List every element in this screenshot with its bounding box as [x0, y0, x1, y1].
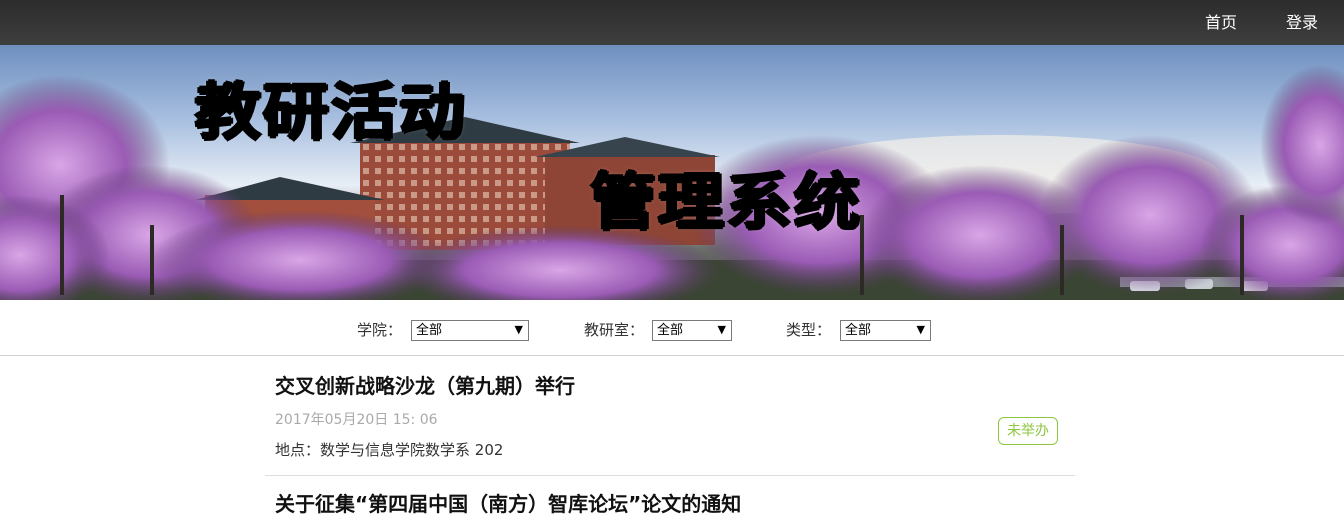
status-badge: 未举办 — [998, 417, 1058, 445]
type-filter-label: 类型： — [786, 321, 832, 339]
activity-date: 2017年05月20日 15: 06 — [275, 412, 438, 428]
college-select[interactable]: 全部 ▼ — [411, 320, 529, 341]
filter-bar: 学院： 全部 ▼ 教研室： 全部 ▼ 类型： 全部 ▼ — [0, 300, 1344, 356]
activity-list: 交叉创新战略沙龙（第九期）举行 2017年05月20日 15: 06 地点：数学… — [265, 356, 1075, 529]
activity-item[interactable]: 关于征集“第四届中国（南方）智库论坛”论文的通知 — [265, 476, 1075, 529]
department-select[interactable]: 全部 ▼ — [652, 320, 732, 341]
department-select-value: 全部 — [657, 323, 684, 338]
dropdown-arrow-icon: ▼ — [514, 323, 523, 336]
college-filter-label: 学院： — [357, 321, 403, 339]
hero-banner: 教研活动 管理系统 — [0, 45, 1344, 300]
type-select[interactable]: 全部 ▼ — [840, 320, 931, 341]
activity-location: 地点：数学与信息学院数学系 202 — [275, 441, 504, 459]
top-nav-bar: 首页 登录 — [0, 0, 1344, 45]
department-filter-label: 教研室： — [584, 321, 645, 339]
nav-home-link[interactable]: 首页 — [1205, 13, 1237, 33]
type-select-value: 全部 — [845, 323, 872, 338]
dropdown-arrow-icon: ▼ — [916, 323, 925, 336]
activity-title[interactable]: 交叉创新战略沙龙（第九期）举行 — [275, 374, 575, 398]
banner-title-line-1: 教研活动 — [195, 77, 467, 148]
dropdown-arrow-icon: ▼ — [717, 323, 726, 336]
nav-login-link[interactable]: 登录 — [1286, 13, 1318, 33]
activity-title[interactable]: 关于征集“第四届中国（南方）智库论坛”论文的通知 — [275, 492, 741, 516]
banner-title-line-2: 管理系统 — [590, 167, 862, 238]
college-select-value: 全部 — [416, 323, 443, 338]
activity-item[interactable]: 交叉创新战略沙龙（第九期）举行 2017年05月20日 15: 06 地点：数学… — [265, 356, 1075, 476]
